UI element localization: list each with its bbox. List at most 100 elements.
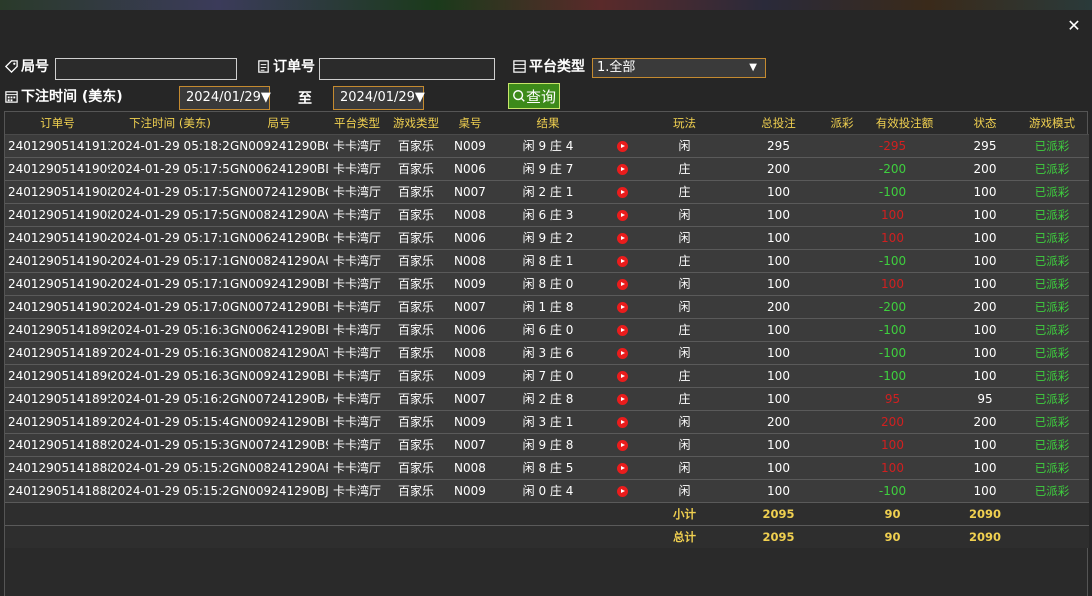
table-cell: 卡卡湾厅 bbox=[328, 386, 386, 410]
play-video-icon[interactable] bbox=[616, 347, 628, 359]
table-cell: -295 bbox=[830, 133, 955, 157]
play-video-icon[interactable] bbox=[616, 255, 628, 267]
close-icon[interactable]: ✕ bbox=[1066, 18, 1082, 34]
play-video-icon[interactable] bbox=[616, 485, 628, 497]
play-video-icon[interactable] bbox=[616, 232, 628, 244]
table-cell: 240129051419135 bbox=[5, 133, 110, 157]
replay-cell[interactable] bbox=[602, 294, 642, 318]
table-header-row: 订单号 下注时间 (美东) 局号 平台类型 游戏类型 桌号 结果 玩法 总投注 派彩 有效投注额 状态… bbox=[5, 112, 1089, 135]
table-row: 2401290514190322024-01-29 05:17:08GN0072… bbox=[5, 294, 1089, 318]
table-cell: 200 bbox=[955, 409, 1015, 433]
replay-cell[interactable] bbox=[602, 455, 642, 479]
table-cell: 闲 8 庄 5 bbox=[494, 455, 602, 479]
table-cell: 2024-01-29 05:17:08 bbox=[110, 294, 230, 318]
table-cell: 2024-01-29 05:17:13 bbox=[110, 248, 230, 272]
play-video-icon[interactable] bbox=[616, 301, 628, 313]
replay-cell[interactable] bbox=[602, 225, 642, 249]
replay-cell[interactable] bbox=[602, 386, 642, 410]
table-row: 2401290514188972024-01-29 05:15:33GN0072… bbox=[5, 432, 1089, 456]
table-cell: 闲 bbox=[642, 294, 727, 318]
date-from-picker[interactable]: 2024/01/29▼ bbox=[179, 86, 271, 110]
play-video-icon[interactable] bbox=[616, 140, 628, 152]
table-cell: 2024-01-29 05:15:21 bbox=[110, 478, 230, 502]
play-video-icon[interactable] bbox=[616, 186, 628, 198]
summary-cell: 2095 bbox=[727, 501, 830, 525]
replay-cell[interactable] bbox=[602, 432, 642, 456]
table-cell: 200 bbox=[955, 294, 1015, 318]
table-row: 2401290514188892024-01-29 05:15:25GN0082… bbox=[5, 455, 1089, 479]
table-cell: -100 bbox=[830, 317, 955, 341]
play-video-icon[interactable] bbox=[616, 209, 628, 221]
column-header: 结果 bbox=[494, 112, 602, 135]
play-video-icon[interactable] bbox=[616, 278, 628, 290]
table-cell: 卡卡湾厅 bbox=[328, 133, 386, 157]
table-cell: GN009241290BK bbox=[230, 409, 328, 433]
table-cell: N006 bbox=[446, 156, 494, 180]
play-video-icon[interactable] bbox=[616, 416, 628, 428]
table-cell: 庄 bbox=[642, 386, 727, 410]
summary-cell bbox=[494, 501, 602, 525]
replay-cell[interactable] bbox=[602, 271, 642, 295]
table-cell: 闲 2 庄 8 bbox=[494, 386, 602, 410]
subtotal-row: 小计 2095 90 2090 bbox=[5, 501, 1089, 525]
replay-cell[interactable] bbox=[602, 340, 642, 364]
table-cell: 100 bbox=[955, 478, 1015, 502]
calendar-icon bbox=[5, 90, 18, 103]
table-cell: GN006241290BB bbox=[230, 317, 328, 341]
table-cell: 闲 bbox=[642, 271, 727, 295]
table-cell: -100 bbox=[830, 340, 955, 364]
summary-cell bbox=[110, 501, 230, 525]
table-cell: -200 bbox=[830, 156, 955, 180]
summary-cell bbox=[230, 501, 328, 525]
table-cell: 百家乐 bbox=[386, 386, 446, 410]
column-header: 平台类型 bbox=[328, 112, 386, 135]
replay-cell[interactable] bbox=[602, 478, 642, 502]
list-icon bbox=[513, 59, 526, 73]
replay-cell[interactable] bbox=[602, 202, 642, 226]
play-video-icon[interactable] bbox=[616, 439, 628, 451]
replay-cell[interactable] bbox=[602, 363, 642, 387]
table-cell: 百家乐 bbox=[386, 248, 446, 272]
replay-cell[interactable] bbox=[602, 317, 642, 341]
play-video-icon[interactable] bbox=[616, 370, 628, 382]
table-cell: 已派彩 bbox=[1015, 386, 1089, 410]
replay-cell[interactable] bbox=[602, 409, 642, 433]
table-cell: 100 bbox=[830, 432, 955, 456]
table-cell: 百家乐 bbox=[386, 294, 446, 318]
table-row: 2401290514189122024-01-29 05:15:43GN0092… bbox=[5, 409, 1089, 433]
table-cell: 已派彩 bbox=[1015, 432, 1089, 456]
table-cell: 庄 bbox=[642, 179, 727, 203]
replay-cell[interactable] bbox=[602, 248, 642, 272]
table-cell: 已派彩 bbox=[1015, 248, 1089, 272]
round-filter-label: 局号 bbox=[4, 56, 49, 76]
table-cell: N009 bbox=[446, 478, 494, 502]
replay-cell[interactable] bbox=[602, 133, 642, 157]
summary-cell: 2090 bbox=[955, 501, 1015, 525]
replay-cell[interactable] bbox=[602, 179, 642, 203]
table-cell: 240129051419043 bbox=[5, 248, 110, 272]
table-cell: GN008241290AT bbox=[230, 340, 328, 364]
replay-cell[interactable] bbox=[602, 156, 642, 180]
table-cell: -100 bbox=[830, 248, 955, 272]
table-cell: 卡卡湾厅 bbox=[328, 225, 386, 249]
table-cell: 庄 bbox=[642, 156, 727, 180]
order-input[interactable] bbox=[319, 58, 495, 80]
play-video-icon[interactable] bbox=[616, 163, 628, 175]
play-video-icon[interactable] bbox=[616, 462, 628, 474]
summary-cell bbox=[328, 501, 386, 525]
query-button[interactable]: 查询 bbox=[508, 83, 561, 109]
table-cell: 闲 0 庄 4 bbox=[494, 478, 602, 502]
table-cell: 100 bbox=[727, 225, 830, 249]
summary-cell: 总计 bbox=[642, 524, 727, 548]
play-video-icon[interactable] bbox=[616, 324, 628, 336]
table-cell: 100 bbox=[830, 202, 955, 226]
round-input[interactable] bbox=[55, 58, 237, 80]
table-cell: 100 bbox=[955, 202, 1015, 226]
platform-select[interactable]: 1.全部 ▼ bbox=[592, 58, 766, 78]
play-video-icon[interactable] bbox=[616, 393, 628, 405]
table-cell: 已派彩 bbox=[1015, 294, 1089, 318]
summary-cell bbox=[110, 524, 230, 548]
summary-cell bbox=[328, 524, 386, 548]
date-to-picker[interactable]: 2024/01/29▼ bbox=[333, 86, 425, 110]
column-header: 总投注 bbox=[727, 112, 830, 135]
